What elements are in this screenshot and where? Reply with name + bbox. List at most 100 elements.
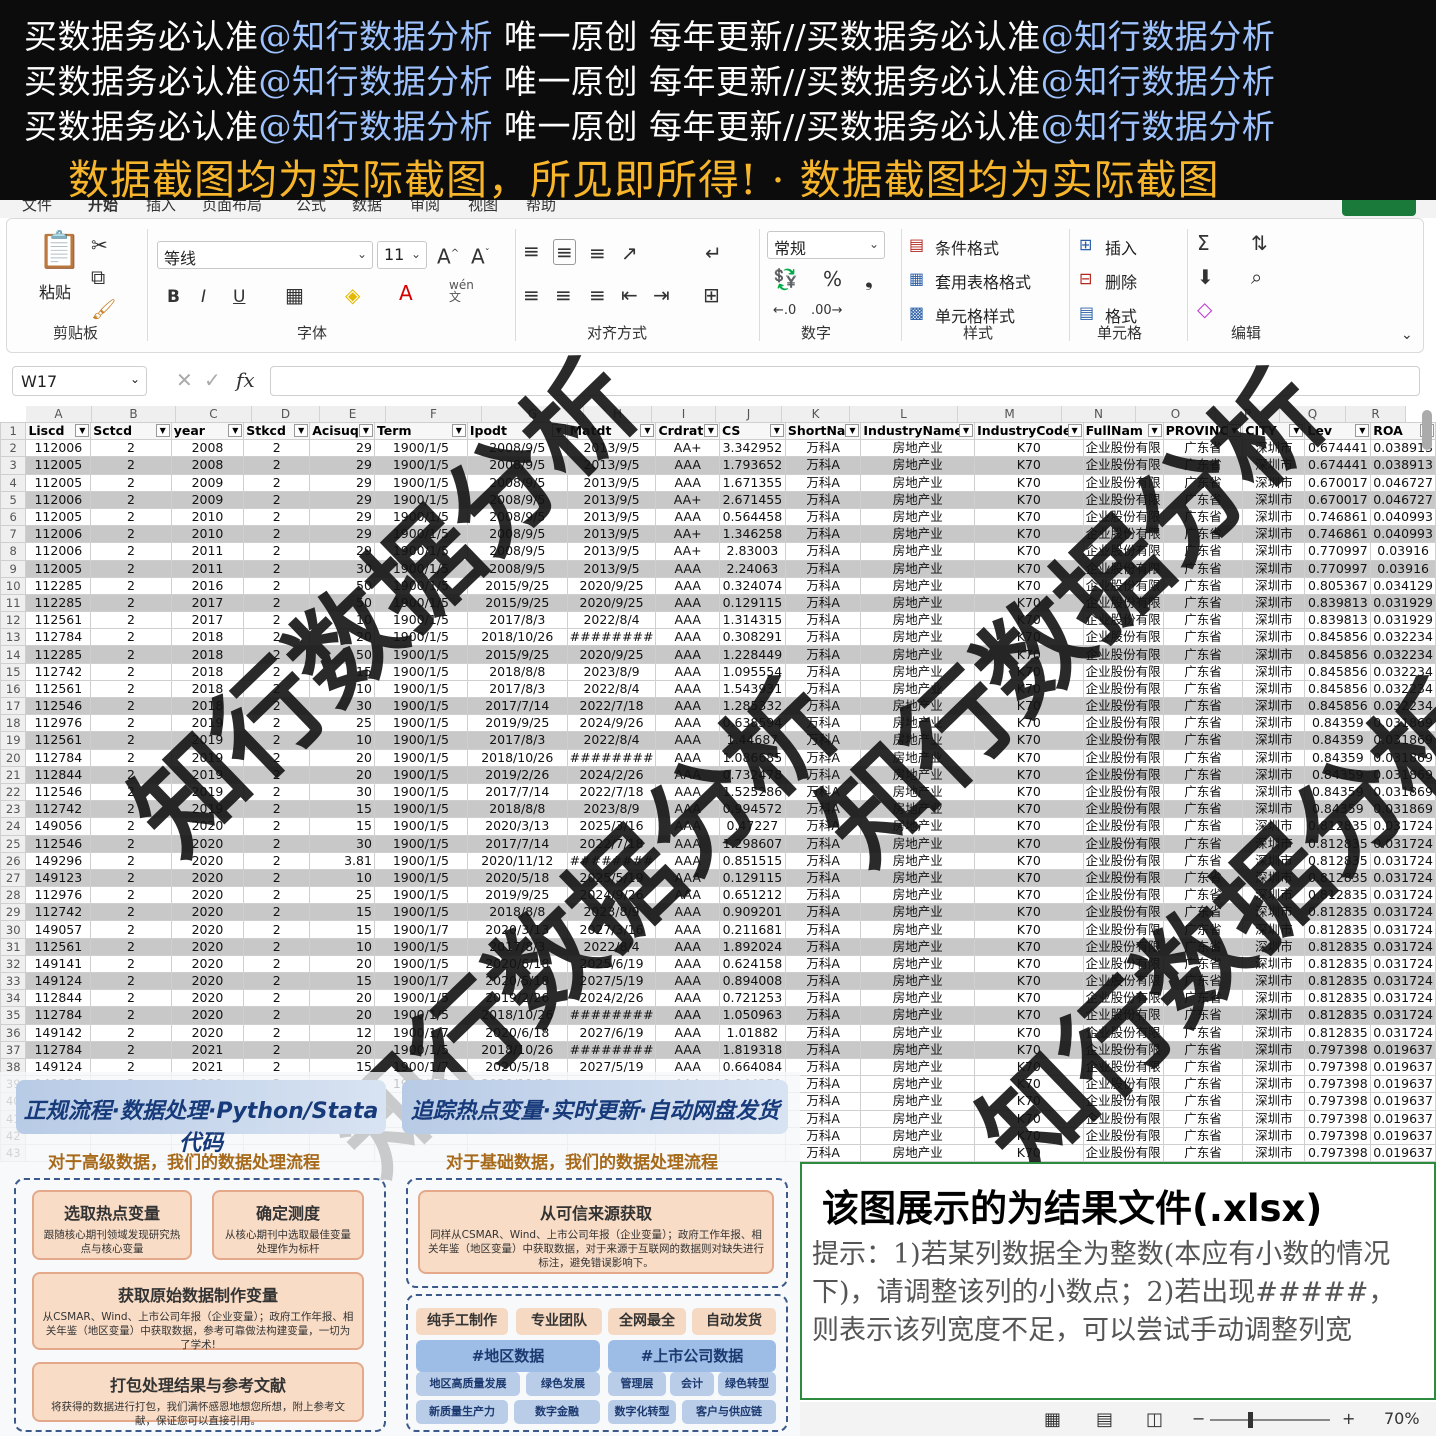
delete-cells-icon[interactable]: ⊟: [1079, 269, 1092, 289]
table-cell[interactable]: 2010: [170, 507, 245, 527]
table-cell[interactable]: 万科A: [784, 473, 862, 492]
table-cell[interactable]: 房地产业: [860, 1040, 976, 1059]
table-cell[interactable]: 2010: [170, 525, 245, 544]
table-cell[interactable]: 112546: [25, 696, 92, 716]
table-cell[interactable]: 2021: [170, 1040, 245, 1059]
table-cell[interactable]: 深圳市: [1242, 576, 1306, 595]
zoom-slider-thumb[interactable]: [1248, 1412, 1253, 1428]
table-cell[interactable]: 深圳市: [1242, 1057, 1306, 1077]
table-cell[interactable]: AA+: [655, 439, 720, 458]
table-cell[interactable]: 0.040993: [1370, 525, 1436, 544]
header-cell[interactable]: ShortNam ▼: [784, 421, 862, 441]
table-cell[interactable]: 112005: [25, 456, 92, 475]
table-cell[interactable]: 2: [90, 1023, 172, 1042]
table-cell[interactable]: AA+: [655, 490, 720, 509]
table-cell[interactable]: 房地产业: [860, 525, 976, 544]
table-cell[interactable]: 2: [90, 542, 172, 561]
table-cell[interactable]: 112285: [25, 576, 92, 595]
row-number[interactable]: 7: [0, 525, 27, 544]
row-number[interactable]: 37: [0, 1040, 27, 1059]
header-cell[interactable]: year ▼: [170, 421, 245, 441]
table-cell[interactable]: 149141: [25, 954, 92, 974]
table-cell[interactable]: K70: [974, 920, 1084, 939]
table-cell[interactable]: 企业股份有限: [1082, 731, 1164, 750]
table-cell[interactable]: 20: [309, 765, 375, 784]
tab-page-layout[interactable]: 页面布局: [202, 200, 262, 215]
table-cell[interactable]: AAA: [655, 473, 720, 492]
table-cell[interactable]: 0.797398: [1304, 1109, 1372, 1128]
table-cell[interactable]: 1900/1/5: [373, 851, 468, 870]
table-cell[interactable]: 企业股份有限: [1082, 696, 1164, 716]
table-cell[interactable]: 2: [243, 490, 311, 509]
table-cell[interactable]: 15: [309, 920, 375, 939]
row-number[interactable]: 19: [0, 731, 27, 750]
table-cell[interactable]: 2017/8/3: [466, 679, 568, 699]
table-cell[interactable]: 112561: [25, 679, 92, 699]
underline-icon[interactable]: U: [233, 287, 245, 307]
conditional-format-button[interactable]: 条件格式: [935, 235, 999, 259]
filter-dropdown-icon[interactable]: ▼: [769, 424, 784, 437]
table-cell[interactable]: K70: [974, 456, 1084, 475]
table-cell[interactable]: 112784: [25, 628, 92, 647]
table-cell[interactable]: 2: [90, 439, 172, 458]
table-cell[interactable]: 2: [90, 886, 172, 905]
row-number[interactable]: 25: [0, 834, 27, 853]
table-cell[interactable]: 广东省: [1162, 662, 1244, 681]
table-cell[interactable]: 企业股份有限: [1082, 800, 1164, 819]
table-cell[interactable]: 万科A: [784, 611, 862, 630]
row-number[interactable]: 15: [0, 662, 27, 681]
table-cell[interactable]: 10: [309, 868, 375, 888]
table-cell[interactable]: K70: [974, 868, 1084, 888]
table-cell[interactable]: 2: [90, 559, 172, 578]
table-cell[interactable]: 2: [243, 456, 311, 475]
table-cell[interactable]: 万科A: [784, 456, 862, 475]
page-break-view-icon[interactable]: ◫: [1146, 1409, 1163, 1430]
normal-view-icon[interactable]: ▦: [1044, 1409, 1061, 1430]
row-number[interactable]: 31: [0, 937, 27, 956]
table-cell[interactable]: 149124: [25, 971, 92, 991]
table-cell[interactable]: AAA: [655, 1023, 720, 1042]
table-cell[interactable]: 2019/9/25: [466, 714, 568, 733]
column-header-k[interactable]: K: [782, 406, 850, 422]
table-cell[interactable]: K70: [974, 473, 1084, 492]
table-cell[interactable]: 2.671455: [718, 490, 786, 509]
table-cell[interactable]: 0.019637: [1370, 1040, 1436, 1059]
table-cell[interactable]: 2009: [170, 473, 245, 492]
table-cell[interactable]: 万科A: [784, 920, 862, 939]
table-cell[interactable]: 深圳市: [1242, 679, 1306, 699]
zoom-in-button[interactable]: +: [1342, 1409, 1355, 1428]
table-cell[interactable]: 万科A: [784, 490, 862, 509]
table-cell[interactable]: 0.019637: [1370, 1057, 1436, 1077]
table-cell[interactable]: 2018/10/26: [466, 748, 568, 767]
row-number[interactable]: 33: [0, 971, 27, 991]
filter-dropdown-icon[interactable]: ▼: [358, 424, 373, 437]
table-cell[interactable]: 广东省: [1162, 696, 1244, 716]
table-cell[interactable]: 房地产业: [860, 507, 976, 527]
table-cell[interactable]: 2008: [170, 439, 245, 458]
table-cell[interactable]: 2: [243, 507, 311, 527]
table-cell[interactable]: 2019/2/26: [466, 765, 568, 784]
table-cell[interactable]: 深圳市: [1242, 559, 1306, 578]
table-cell[interactable]: 房地产业: [860, 576, 976, 595]
table-cell[interactable]: K70: [974, 937, 1084, 956]
table-cell[interactable]: 2: [90, 679, 172, 699]
table-cell[interactable]: 万科A: [784, 525, 862, 544]
table-cell[interactable]: 万科A: [784, 1040, 862, 1059]
tab-data[interactable]: 数据: [352, 200, 382, 215]
decrease-font-icon[interactable]: Aˇ: [471, 244, 490, 267]
tab-file[interactable]: 文件: [22, 200, 52, 215]
table-cell[interactable]: 0.324074: [718, 576, 786, 595]
table-cell[interactable]: 广东省: [1162, 782, 1244, 802]
filter-dropdown-icon[interactable]: ▼: [845, 424, 860, 437]
row-number[interactable]: 9: [0, 559, 27, 578]
row-number[interactable]: 5: [0, 490, 27, 509]
table-cell[interactable]: 0.211681: [718, 920, 786, 939]
table-cell[interactable]: 2020: [170, 920, 245, 939]
table-cell[interactable]: 112285: [25, 645, 92, 664]
tab-view[interactable]: 视图: [468, 200, 498, 215]
table-cell[interactable]: AA+: [655, 525, 720, 544]
table-cell[interactable]: 0.797398: [1304, 1092, 1372, 1111]
table-cell[interactable]: 2022/8/4: [566, 679, 657, 699]
paste-icon[interactable]: 📋: [37, 233, 82, 269]
table-cell[interactable]: 企业股份有限: [1082, 868, 1164, 888]
